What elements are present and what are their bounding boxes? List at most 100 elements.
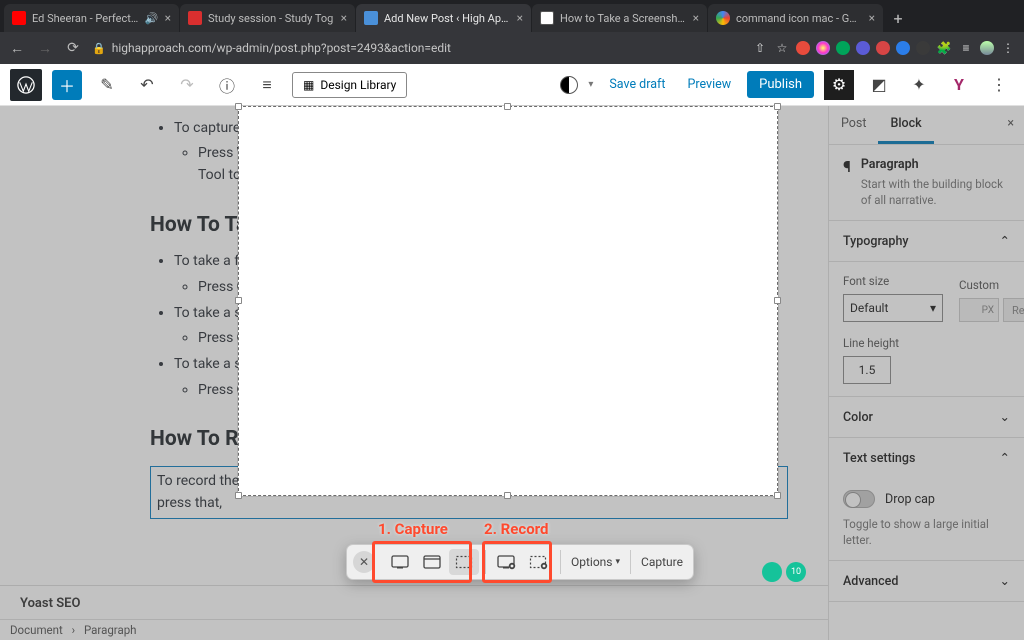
audio-icon[interactable]: 🔊	[145, 12, 159, 25]
ext-icon[interactable]	[876, 41, 890, 55]
close-sidebar-button[interactable]: ×	[997, 106, 1024, 144]
browser-tab-active[interactable]: Add New Post ‹ High Approach ×	[356, 4, 531, 32]
view-switch-icon[interactable]	[560, 76, 578, 94]
line-height-input[interactable]: 1.5	[843, 356, 891, 384]
ext-icon[interactable]	[896, 41, 910, 55]
youtube-icon	[12, 11, 26, 25]
menu-icon[interactable]: ⋮	[1000, 40, 1016, 56]
resize-handle[interactable]	[235, 297, 242, 304]
block-breadcrumb[interactable]: Document › Paragraph	[0, 619, 828, 640]
grammarly-count[interactable]: 10	[786, 562, 806, 582]
browser-tab-strip: Ed Sheeran - Perfect (Offic 🔊 × Study se…	[0, 0, 1024, 32]
browser-tab[interactable]: Ed Sheeran - Perfect (Offic 🔊 ×	[4, 4, 179, 32]
custom-size-input[interactable]: PX	[959, 298, 999, 322]
close-icon[interactable]: ×	[869, 11, 875, 25]
site-icon	[540, 11, 554, 25]
reading-list-icon[interactable]: ≡	[958, 40, 974, 56]
more-menu-button[interactable]: ⋮	[984, 70, 1014, 100]
record-selection-button[interactable]	[524, 549, 554, 575]
ext-icon[interactable]	[816, 41, 830, 55]
chevron-down-icon: ⌄	[1000, 409, 1010, 425]
extensions-icon[interactable]: 🧩	[936, 40, 952, 56]
close-toolbar-button[interactable]: ✕	[353, 551, 375, 573]
browser-toolbar: ← → ⟳ 🔒 highapproach.com/wp-admin/post.p…	[0, 32, 1024, 64]
kadence-icon[interactable]: ◩	[864, 70, 894, 100]
ext-icon[interactable]	[836, 41, 850, 55]
resize-handle[interactable]	[235, 492, 242, 499]
font-size-label: Font size	[843, 274, 943, 288]
screenshot-selection[interactable]	[238, 106, 778, 496]
drop-cap-label: Drop cap	[885, 492, 935, 507]
reload-button[interactable]: ⟳	[64, 40, 82, 56]
address-bar[interactable]: 🔒 highapproach.com/wp-admin/post.php?pos…	[92, 41, 742, 55]
close-icon[interactable]: ×	[693, 11, 699, 25]
info-button[interactable]: ⓘ	[212, 70, 242, 100]
text: Press	[198, 279, 237, 295]
resize-handle[interactable]	[774, 297, 781, 304]
font-size-select[interactable]: Default▾	[843, 294, 943, 322]
save-draft-button[interactable]: Save draft	[603, 73, 671, 96]
jetpack-icon[interactable]: ✦	[904, 70, 934, 100]
wordpress-logo-icon[interactable]	[10, 69, 42, 101]
advanced-section-header[interactable]: Advanced⌄	[829, 561, 1024, 602]
close-icon[interactable]: ×	[517, 11, 523, 25]
breadcrumb-item[interactable]: Document	[10, 623, 63, 637]
undo-button[interactable]: ↶	[132, 70, 162, 100]
resize-handle[interactable]	[774, 492, 781, 499]
mac-screenshot-toolbar[interactable]: ✕ Options▾ Capture	[346, 544, 694, 580]
outline-button[interactable]: ≡	[252, 70, 282, 100]
settings-sidebar: Post Block × ¶ Paragraph Start with the …	[828, 106, 1024, 640]
yoast-icon[interactable]: Y	[944, 70, 974, 100]
resize-handle[interactable]	[504, 492, 511, 499]
avatar-icon[interactable]	[980, 41, 994, 55]
grammarly-widget[interactable]: 10	[762, 562, 806, 582]
resize-handle[interactable]	[235, 103, 242, 110]
sidebar-tabs: Post Block ×	[829, 106, 1024, 145]
chevron-down-icon[interactable]: ▾	[588, 79, 593, 90]
forward-button[interactable]: →	[36, 40, 54, 57]
settings-button[interactable]: ⚙	[824, 70, 854, 100]
preview-button[interactable]: Preview	[681, 73, 737, 96]
capture-button[interactable]: Capture	[631, 555, 693, 569]
record-group	[486, 549, 560, 575]
browser-tab[interactable]: How to Take a Screenshot on A ×	[532, 4, 707, 32]
typography-section-header[interactable]: Typography⌃	[829, 221, 1024, 262]
browser-tab[interactable]: Study session - Study Tog ×	[180, 4, 355, 32]
ext-icon[interactable]	[856, 41, 870, 55]
reset-button[interactable]: Reset	[1003, 298, 1024, 322]
url-text: highapproach.com/wp-admin/post.php?post=…	[112, 41, 451, 55]
drop-cap-toggle[interactable]	[843, 490, 875, 508]
back-button[interactable]: ←	[8, 40, 26, 57]
tab-post[interactable]: Post	[829, 106, 878, 144]
close-icon[interactable]: ×	[341, 11, 347, 25]
record-entire-screen-button[interactable]	[492, 549, 522, 575]
add-block-button[interactable]: ＋	[52, 70, 82, 100]
lock-icon: 🔒	[92, 42, 106, 55]
edit-mode-button[interactable]: ✎	[92, 70, 122, 100]
star-icon[interactable]: ☆	[774, 40, 790, 56]
browser-tab[interactable]: command icon mac - Google S ×	[708, 4, 883, 32]
design-library-button[interactable]: ▦ Design Library	[292, 72, 407, 98]
color-section-header[interactable]: Color⌄	[829, 397, 1024, 438]
tab-block[interactable]: Block	[878, 106, 933, 144]
grammarly-icon[interactable]	[762, 562, 782, 582]
capture-window-button[interactable]	[417, 549, 447, 575]
resize-handle[interactable]	[504, 103, 511, 110]
ext-icon[interactable]	[916, 41, 930, 55]
options-menu[interactable]: Options▾	[561, 555, 630, 569]
capture-selection-button[interactable]	[449, 549, 479, 575]
grid-icon: ▦	[303, 78, 314, 92]
new-tab-button[interactable]: +	[884, 4, 912, 32]
ext-icon[interactable]	[796, 41, 810, 55]
drop-cap-description: Toggle to show a large initial letter.	[843, 516, 1010, 548]
close-icon[interactable]: ×	[165, 11, 171, 25]
share-icon[interactable]: ⇧	[752, 40, 768, 56]
resize-handle[interactable]	[774, 103, 781, 110]
chevron-down-icon: ▾	[930, 301, 936, 315]
publish-button[interactable]: Publish	[747, 71, 814, 98]
breadcrumb-item[interactable]: Paragraph	[84, 623, 137, 637]
capture-entire-screen-button[interactable]	[385, 549, 415, 575]
yoast-title: Yoast SEO	[20, 596, 808, 611]
redo-button[interactable]: ↷	[172, 70, 202, 100]
text-settings-header[interactable]: Text settings⌃	[829, 438, 1024, 478]
